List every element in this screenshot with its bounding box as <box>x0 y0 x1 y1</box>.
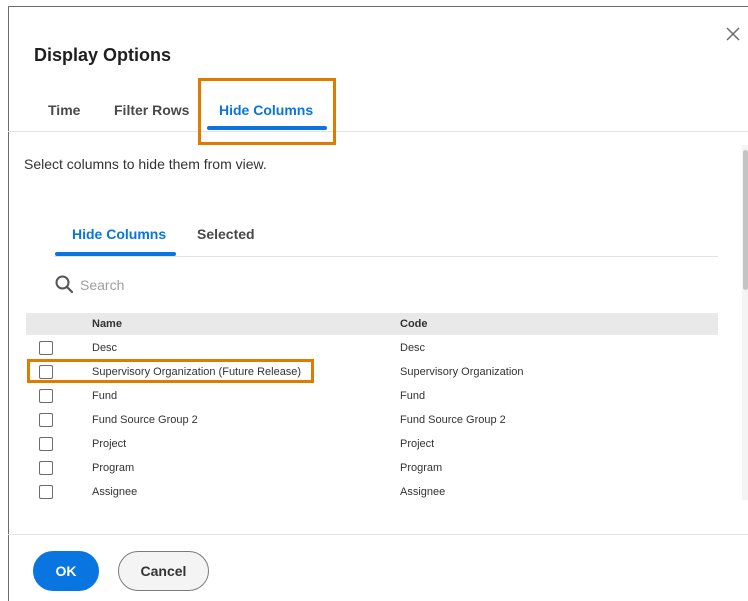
tab-time[interactable]: Time <box>48 99 80 121</box>
search-icon <box>55 275 74 294</box>
row-checkbox[interactable] <box>39 389 53 403</box>
row-code: Fund <box>400 390 426 402</box>
subtabs-divider <box>54 256 718 257</box>
row-name: Desc <box>92 342 118 354</box>
table-row: Fund Fund <box>26 384 718 408</box>
scrollbar-thumb[interactable] <box>743 150 748 290</box>
row-code: Supervisory Organization <box>400 366 524 378</box>
row-checkbox[interactable] <box>39 413 53 427</box>
search-input[interactable] <box>80 274 380 296</box>
ok-button[interactable]: OK <box>33 551 99 591</box>
row-code: Desc <box>400 342 426 354</box>
row-name: Assignee <box>92 486 138 498</box>
row-name: Program <box>92 462 135 474</box>
footer-divider <box>8 534 748 535</box>
tab-filter-rows[interactable]: Filter Rows <box>114 99 189 121</box>
close-icon[interactable] <box>725 26 741 42</box>
row-code: Fund Source Group 2 <box>400 414 506 426</box>
row-checkbox[interactable] <box>39 461 53 475</box>
table-row: Assignee Assignee <box>26 480 718 504</box>
table-row: Desc Desc <box>26 336 718 360</box>
row-checkbox[interactable] <box>39 341 53 355</box>
row-name: Fund Source Group 2 <box>92 414 198 426</box>
tab-hide-columns[interactable]: Hide Columns <box>219 99 313 121</box>
cancel-button[interactable]: Cancel <box>118 551 209 591</box>
row-code: Program <box>400 462 443 474</box>
row-checkbox[interactable] <box>39 437 53 451</box>
subtab-hide-columns[interactable]: Hide Columns <box>72 224 166 244</box>
dialog-title: Display Options <box>34 45 172 65</box>
column-header-code: Code <box>400 318 428 330</box>
active-tab-indicator <box>207 126 327 130</box>
column-header-name: Name <box>92 318 122 330</box>
subtab-selected[interactable]: Selected <box>197 224 255 244</box>
row-name: Project <box>92 438 127 450</box>
display-options-dialog <box>8 6 748 601</box>
row-name: Supervisory Organization (Future Release… <box>92 366 302 378</box>
row-checkbox[interactable] <box>39 485 53 499</box>
row-name: Fund <box>92 390 118 402</box>
table-row: Project Project <box>26 432 718 456</box>
table-row: Fund Source Group 2 Fund Source Group 2 <box>26 408 718 432</box>
instruction-text: Select columns to hide them from view. <box>24 156 267 172</box>
tabs-divider <box>8 131 748 132</box>
row-code: Assignee <box>400 486 446 498</box>
table-header: Name Code <box>26 313 718 335</box>
row-code: Project <box>400 438 435 450</box>
table-row: Supervisory Organization (Future Release… <box>26 360 718 384</box>
table-row: Program Program <box>26 456 718 480</box>
row-checkbox[interactable] <box>39 365 53 379</box>
